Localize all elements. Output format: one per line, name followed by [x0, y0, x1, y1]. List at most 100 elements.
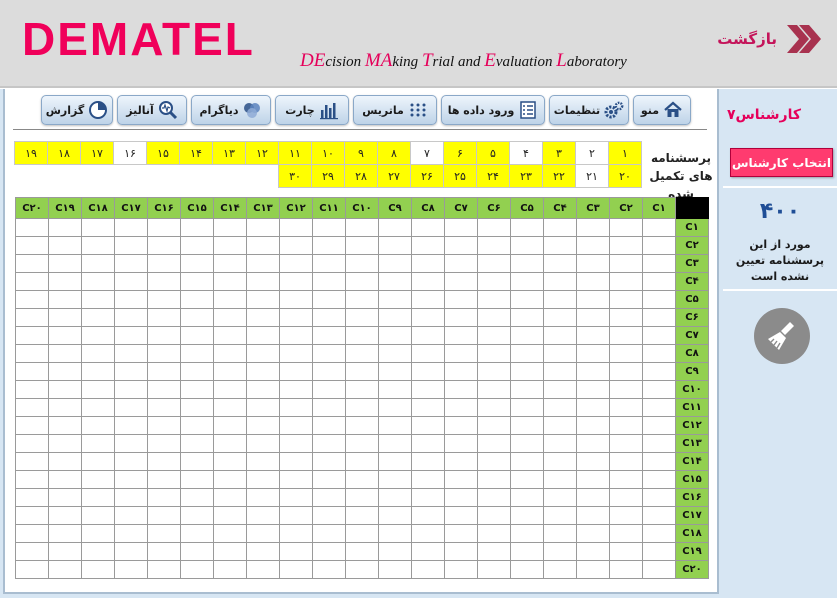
- matrix-cell[interactable]: [81, 218, 115, 237]
- matrix-cell[interactable]: [81, 470, 115, 489]
- matrix-cell[interactable]: [246, 488, 280, 507]
- matrix-cell[interactable]: [180, 362, 214, 381]
- matrix-cell[interactable]: [411, 416, 445, 435]
- matrix-cell[interactable]: [114, 218, 148, 237]
- matrix-cell[interactable]: [444, 398, 478, 417]
- matrix-cell[interactable]: [609, 470, 643, 489]
- matrix-cell[interactable]: [147, 218, 181, 237]
- matrix-cell[interactable]: [378, 362, 412, 381]
- matrix-cell[interactable]: [312, 488, 346, 507]
- matrix-cell[interactable]: [48, 380, 82, 399]
- matrix-cell[interactable]: [477, 470, 511, 489]
- matrix-cell[interactable]: [411, 524, 445, 543]
- choose-expert-button[interactable]: انتخاب کارشناس: [730, 148, 833, 177]
- matrix-cell[interactable]: [114, 254, 148, 273]
- matrix-cell[interactable]: [444, 272, 478, 291]
- matrix-cell[interactable]: [543, 416, 577, 435]
- matrix-cell[interactable]: [312, 290, 346, 309]
- matrix-cell[interactable]: [444, 218, 478, 237]
- matrix-cell[interactable]: [543, 362, 577, 381]
- matrix-cell[interactable]: [279, 398, 313, 417]
- matrix-cell[interactable]: [642, 236, 676, 255]
- matrix-cell[interactable]: [279, 290, 313, 309]
- matrix-cell[interactable]: [48, 236, 82, 255]
- matrix-cell[interactable]: [345, 236, 379, 255]
- matrix-cell[interactable]: [114, 470, 148, 489]
- matrix-cell[interactable]: [411, 344, 445, 363]
- matrix-cell[interactable]: [48, 254, 82, 273]
- back-button[interactable]: بازگشت: [713, 18, 823, 60]
- matrix-cell[interactable]: [642, 380, 676, 399]
- matrix-cell[interactable]: [15, 542, 49, 561]
- matrix-cell[interactable]: [345, 362, 379, 381]
- matrix-cell[interactable]: [48, 416, 82, 435]
- matrix-cell[interactable]: [279, 524, 313, 543]
- matrix-cell[interactable]: [543, 506, 577, 525]
- matrix-cell[interactable]: [180, 308, 214, 327]
- matrix-cell[interactable]: [345, 434, 379, 453]
- matrix-cell[interactable]: [114, 434, 148, 453]
- matrix-cell[interactable]: [510, 272, 544, 291]
- matrix-cell[interactable]: [543, 272, 577, 291]
- matrix-cell[interactable]: [246, 236, 280, 255]
- matrix-cell[interactable]: [312, 344, 346, 363]
- matrix-cell[interactable]: [312, 398, 346, 417]
- matrix-cell[interactable]: [15, 398, 49, 417]
- matrix-cell[interactable]: [609, 380, 643, 399]
- matrix-cell[interactable]: [477, 560, 511, 579]
- matrix-cell[interactable]: [510, 380, 544, 399]
- matrix-cell[interactable]: [279, 416, 313, 435]
- matrix-cell[interactable]: [345, 398, 379, 417]
- matrix-cell[interactable]: [213, 254, 247, 273]
- matrix-cell[interactable]: [246, 524, 280, 543]
- matrix-cell[interactable]: [147, 254, 181, 273]
- matrix-cell[interactable]: [114, 452, 148, 471]
- matrix-cell[interactable]: [246, 506, 280, 525]
- matrix-cell[interactable]: [114, 344, 148, 363]
- matrix-cell[interactable]: [609, 416, 643, 435]
- matrix-cell[interactable]: [543, 254, 577, 273]
- matrix-cell[interactable]: [477, 218, 511, 237]
- matrix-cell[interactable]: [213, 488, 247, 507]
- matrix-cell[interactable]: [510, 506, 544, 525]
- matrix-cell[interactable]: [213, 308, 247, 327]
- matrix-cell[interactable]: [411, 506, 445, 525]
- matrix-cell[interactable]: [147, 470, 181, 489]
- matrix-cell[interactable]: [444, 524, 478, 543]
- matrix-cell[interactable]: [609, 452, 643, 471]
- matrix-cell[interactable]: [246, 542, 280, 561]
- matrix-cell[interactable]: [81, 434, 115, 453]
- matrix-cell[interactable]: [609, 488, 643, 507]
- matrix-cell[interactable]: [345, 218, 379, 237]
- matrix-cell[interactable]: [345, 308, 379, 327]
- matrix-cell[interactable]: [510, 290, 544, 309]
- matrix-cell[interactable]: [477, 434, 511, 453]
- matrix-cell[interactable]: [147, 308, 181, 327]
- matrix-cell[interactable]: [576, 398, 610, 417]
- matrix-cell[interactable]: [147, 416, 181, 435]
- matrix-cell[interactable]: [378, 344, 412, 363]
- matrix-cell[interactable]: [411, 380, 445, 399]
- matrix-cell[interactable]: [576, 452, 610, 471]
- matrix-button[interactable]: ماتریس: [353, 95, 437, 125]
- matrix-cell[interactable]: [609, 326, 643, 345]
- matrix-cell[interactable]: [279, 380, 313, 399]
- matrix-cell[interactable]: [411, 218, 445, 237]
- matrix-cell[interactable]: [411, 236, 445, 255]
- matrix-cell[interactable]: [609, 362, 643, 381]
- matrix-cell[interactable]: [114, 308, 148, 327]
- matrix-cell[interactable]: [378, 434, 412, 453]
- matrix-cell[interactable]: [576, 362, 610, 381]
- matrix-cell[interactable]: [147, 344, 181, 363]
- matrix-cell[interactable]: [147, 398, 181, 417]
- matrix-cell[interactable]: [81, 236, 115, 255]
- matrix-cell[interactable]: [444, 362, 478, 381]
- matrix-cell[interactable]: [576, 344, 610, 363]
- chart-button[interactable]: چارت: [275, 95, 349, 125]
- matrix-cell[interactable]: [114, 290, 148, 309]
- matrix-cell[interactable]: [444, 290, 478, 309]
- matrix-cell[interactable]: [477, 272, 511, 291]
- matrix-cell[interactable]: [411, 254, 445, 273]
- matrix-cell[interactable]: [411, 272, 445, 291]
- matrix-cell[interactable]: [609, 506, 643, 525]
